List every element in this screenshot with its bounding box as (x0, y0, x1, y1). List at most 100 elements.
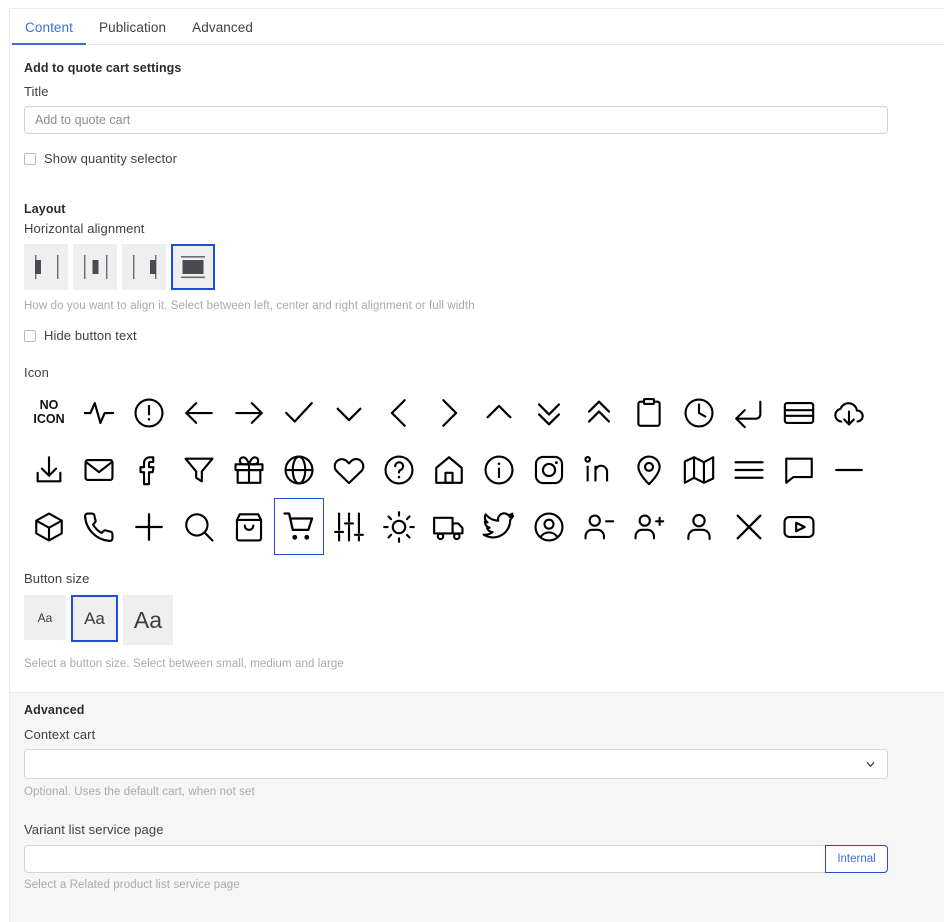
clipboard-icon (637, 397, 661, 427)
icon-option-chevron-down[interactable] (324, 384, 374, 441)
title-input[interactable] (24, 106, 888, 134)
icon-option-x[interactable] (724, 498, 774, 555)
icon-option-chevrons-up[interactable] (574, 384, 624, 441)
icon-option-twitter[interactable] (474, 498, 524, 555)
variant-list-service-page-input[interactable] (24, 845, 825, 873)
align-left-option[interactable] (24, 244, 68, 290)
icon-option-shopping-cart[interactable] (274, 498, 324, 555)
icon-option-chevron-right[interactable] (424, 384, 474, 441)
icon-option-corner-down-left[interactable] (724, 384, 774, 441)
icon-option-arrow-left[interactable] (174, 384, 224, 441)
phone-icon (84, 511, 114, 542)
button-size-hint: Select a button size. Select between sma… (24, 658, 344, 670)
activity-icon (83, 401, 115, 424)
plus-icon (135, 512, 163, 541)
icon-option-message-square[interactable] (774, 441, 824, 498)
icon-option-instagram[interactable] (524, 441, 574, 498)
clock-icon (684, 397, 714, 428)
alignment-hint: How do you want to align it. Select betw… (24, 300, 475, 312)
icon-option-credit-card[interactable] (774, 384, 824, 441)
icon-option-user-minus[interactable] (574, 498, 624, 555)
tab-publication[interactable]: Publication (86, 20, 179, 45)
no-icon-line1: NO (39, 398, 59, 413)
hide-button-text-label: Hide button text (44, 328, 137, 343)
variant-list-internal-button[interactable]: Internal (825, 845, 888, 873)
icon-option-menu[interactable] (724, 441, 774, 498)
icon-option-youtube[interactable] (774, 498, 824, 555)
icon-option-plus[interactable] (124, 498, 174, 555)
icon-option-globe[interactable] (274, 441, 324, 498)
icon-option-chevrons-down[interactable] (524, 384, 574, 441)
icon-option-package[interactable] (24, 498, 74, 555)
icon-option-sun[interactable] (374, 498, 424, 555)
context-cart-select-box[interactable] (24, 749, 888, 779)
hide-button-text-checkbox[interactable] (24, 329, 36, 342)
button-size-large-option[interactable]: Aa (123, 595, 173, 645)
show-quantity-selector-label: Show quantity selector (44, 151, 177, 166)
icon-option-clipboard[interactable] (624, 384, 674, 441)
button-size-small-label: Aa (37, 610, 53, 625)
chevron-left-icon (390, 398, 406, 427)
button-size-medium-label: Aa (84, 608, 105, 628)
icon-option-map-pin[interactable] (624, 441, 674, 498)
icon-option-arrow-right[interactable] (224, 384, 274, 441)
tab-advanced[interactable]: Advanced (179, 20, 266, 45)
horizontal-alignment-options (24, 244, 888, 290)
chevron-right-icon (442, 398, 458, 427)
icon-option-shopping-bag[interactable] (224, 498, 274, 555)
facebook-icon (139, 455, 155, 485)
button-size-small-option[interactable]: Aa (24, 595, 66, 640)
icon-option-phone[interactable] (74, 498, 124, 555)
icon-option-gift[interactable] (224, 441, 274, 498)
icon-option-sliders[interactable] (324, 498, 374, 555)
package-icon (35, 511, 63, 542)
context-cart-select[interactable] (24, 749, 888, 779)
icon-option-linkedin[interactable] (574, 441, 624, 498)
align-full-width-option[interactable] (171, 244, 215, 290)
button-size-medium-option[interactable]: Aa (71, 595, 118, 642)
chevron-up-icon (486, 404, 512, 418)
icon-option-search[interactable] (174, 498, 224, 555)
align-right-option[interactable] (122, 244, 166, 290)
icon-option-chevron-up[interactable] (474, 384, 524, 441)
hide-button-text-row[interactable]: Hide button text (24, 328, 888, 343)
settings-panel: Content Publication Advanced Add to quot… (0, 0, 944, 922)
align-center-option[interactable] (73, 244, 117, 290)
icon-option-check[interactable] (274, 384, 324, 441)
icon-option-clock[interactable] (674, 384, 724, 441)
icon-option-home[interactable] (424, 441, 474, 498)
icon-option-info[interactable] (474, 441, 524, 498)
button-size-options: Aa Aa Aa (24, 595, 888, 645)
variant-list-service-page-label: Variant list service page (24, 822, 164, 837)
icon-option-facebook[interactable] (124, 441, 174, 498)
icon-option-download[interactable] (24, 441, 74, 498)
user-circle-icon (534, 511, 564, 542)
show-quantity-selector-checkbox[interactable] (24, 152, 36, 165)
icon-option-activity[interactable] (74, 384, 124, 441)
button-size-large-label: Aa (133, 606, 163, 633)
icon-option-help-circle[interactable] (374, 441, 424, 498)
align-full-width-icon (181, 256, 205, 279)
align-center-icon (84, 255, 108, 279)
tab-content[interactable]: Content (12, 20, 86, 45)
align-right-icon (133, 255, 157, 279)
icon-option-filter[interactable] (174, 441, 224, 498)
icon-option-heart[interactable] (324, 441, 374, 498)
icon-option-map[interactable] (674, 441, 724, 498)
x-icon (736, 514, 762, 539)
heart-icon (333, 457, 365, 484)
map-icon (683, 455, 715, 484)
show-quantity-selector-row[interactable]: Show quantity selector (24, 151, 888, 166)
icon-option-alert-circle[interactable] (124, 384, 174, 441)
icon-option-chevron-left[interactable] (374, 384, 424, 441)
icon-option-truck[interactable] (424, 498, 474, 555)
icon-option-mail[interactable] (74, 441, 124, 498)
align-left-icon (35, 255, 59, 279)
icon-option-cloud-download[interactable] (824, 384, 874, 441)
tab-bar: Content Publication Advanced (10, 9, 944, 45)
icon-option-user-circle[interactable] (524, 498, 574, 555)
icon-option-minus[interactable] (824, 441, 874, 498)
icon-option-user-plus[interactable] (624, 498, 674, 555)
icon-option-no-icon[interactable]: NO ICON (24, 384, 74, 441)
icon-option-user[interactable] (674, 498, 724, 555)
